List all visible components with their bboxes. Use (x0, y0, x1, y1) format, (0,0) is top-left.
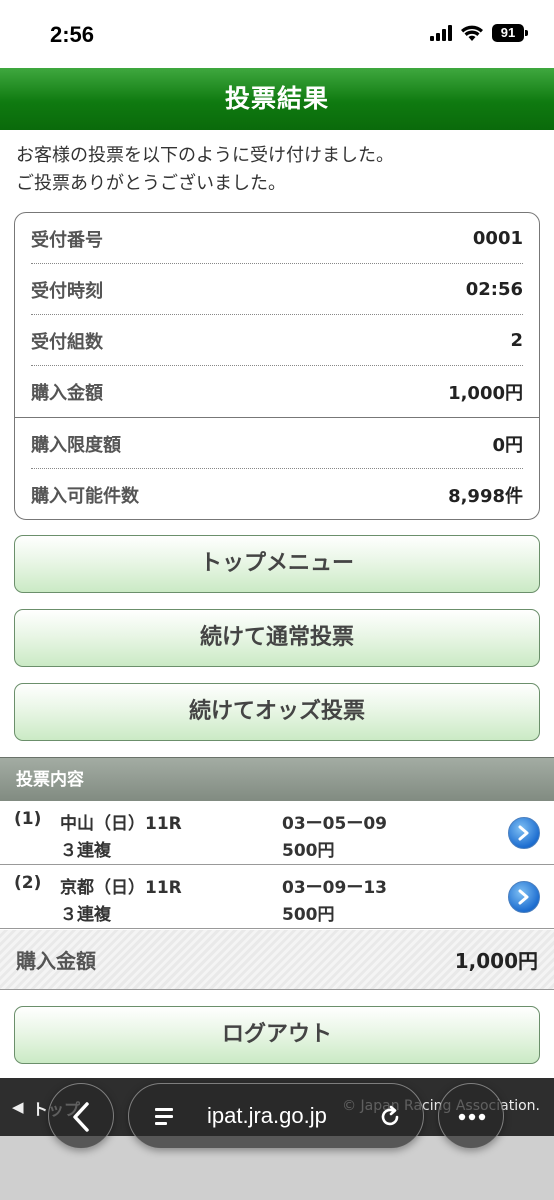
chevron-left-icon (73, 1102, 89, 1132)
status-time: 2:56 (50, 22, 95, 47)
receipt-info-box: 受付番号 0001 受付時刻 02:56 受付組数 2 購入金額 1,000円 … (14, 212, 540, 520)
receipt-label: 受付番号 (31, 229, 103, 251)
tabs-icon (155, 1108, 173, 1125)
bet-item[interactable]: (2) 京都（日）11R ３連複 03ー09ー13 500円 (0, 865, 554, 929)
bet-race: 京都（日）11R (60, 878, 182, 898)
bet-index: (1) (14, 809, 42, 829)
chevron-right-icon[interactable] (508, 881, 540, 913)
receipt-value: 02:56 (465, 279, 523, 300)
battery-icon: 91 (492, 24, 528, 42)
total-value: 1,000円 (454, 949, 538, 973)
address-bar[interactable]: ipat.jra.go.jp (128, 1083, 424, 1149)
receipt-label: 受付時刻 (31, 280, 103, 302)
status-icons: 91 (430, 24, 528, 42)
total-amount-bar: 購入金額 1,000円 (0, 930, 554, 990)
continue-odds-bet-button[interactable]: 続けてオッズ投票 (14, 683, 540, 741)
bet-type: ３連複 (60, 841, 111, 861)
total-label: 購入金額 (16, 949, 96, 973)
receipt-row-available: 購入可能件数 8,998件 (31, 469, 523, 520)
signal-icon (430, 25, 452, 41)
bet-amount: 500円 (282, 905, 335, 925)
receipt-label: 購入可能件数 (31, 485, 139, 507)
page-title: 投票結果 (224, 84, 329, 113)
wifi-icon (461, 25, 483, 41)
bet-amount: 500円 (282, 841, 335, 861)
chevron-right-icon[interactable] (508, 817, 540, 849)
more-button[interactable] (438, 1083, 504, 1149)
receipt-row-limit: 購入限度額 0円 (31, 418, 523, 469)
receipt-value: 1,000円 (448, 382, 523, 404)
url-text: ipat.jra.go.jp (207, 1103, 327, 1128)
continue-normal-bet-button[interactable]: 続けて通常投票 (14, 609, 540, 667)
bet-combination: 03ー05ー09 (282, 814, 387, 834)
bet-race: 中山（日）11R (60, 814, 182, 834)
bet-contents-header: 投票内容 (0, 757, 554, 801)
receipt-label: 購入金額 (31, 382, 103, 404)
status-bar: 2:56 91 (0, 0, 554, 68)
receipt-value: 0円 (492, 434, 523, 456)
page-header: 投票結果 (0, 68, 554, 130)
confirmation-message: お客様の投票を以下のように受け付けました。 ご投票ありがとうございました。 (16, 142, 394, 198)
bet-item[interactable]: (1) 中山（日）11R ３連複 03ー05ー09 500円 (0, 801, 554, 865)
receipt-value: 0001 (472, 228, 523, 249)
logout-button[interactable]: ログアウト (14, 1006, 540, 1064)
reload-icon[interactable] (377, 1104, 403, 1130)
receipt-row-count: 受付組数 2 (31, 315, 523, 366)
receipt-label: 受付組数 (31, 331, 103, 353)
receipt-row-amount: 購入金額 1,000円 (31, 366, 523, 417)
bet-combination: 03ー09ー13 (282, 878, 387, 898)
receipt-label: 購入限度額 (31, 434, 121, 456)
bet-type: ３連複 (60, 905, 111, 925)
receipt-value: 8,998件 (448, 485, 523, 507)
triangle-left-icon: ◀ (12, 1098, 24, 1116)
receipt-row-time: 受付時刻 02:56 (31, 264, 523, 315)
receipt-row-number: 受付番号 0001 (31, 213, 523, 264)
ellipsis-icon (458, 1113, 486, 1121)
top-menu-button[interactable]: トップメニュー (14, 535, 540, 593)
message-line-1: お客様の投票を以下のように受け付けました。 (16, 145, 394, 166)
receipt-value: 2 (510, 330, 523, 351)
bet-index: (2) (14, 873, 42, 893)
message-line-2: ご投票ありがとうございました。 (16, 173, 286, 194)
back-button[interactable] (48, 1083, 114, 1149)
